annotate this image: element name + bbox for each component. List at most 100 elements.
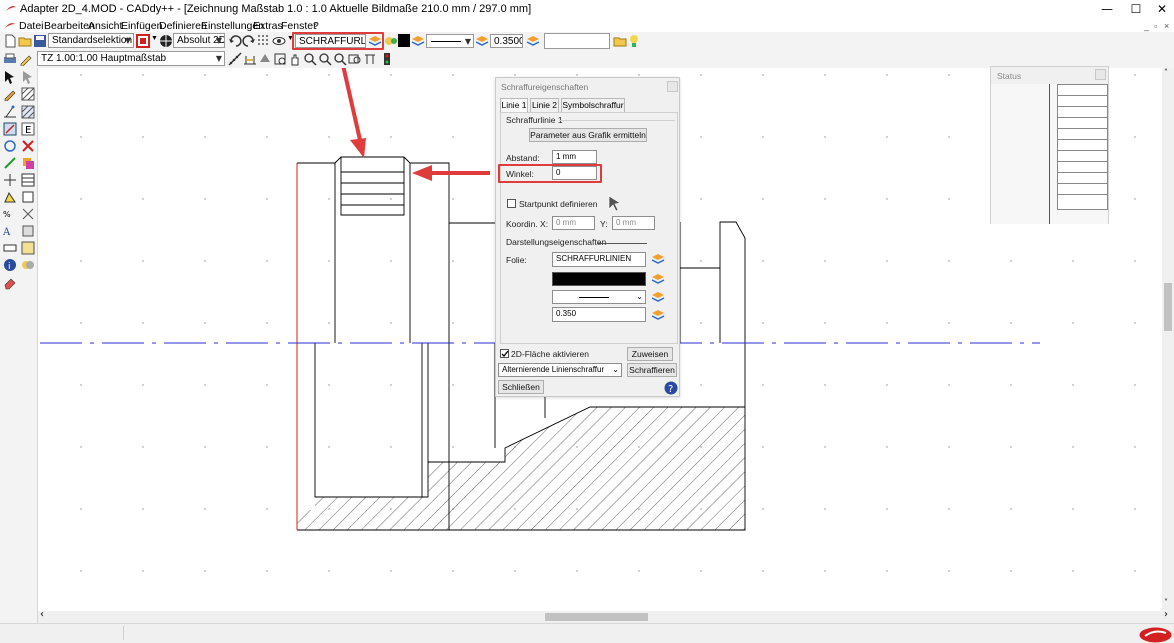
insert-symbol-icon[interactable] [21, 156, 35, 170]
table-icon[interactable] [21, 173, 35, 187]
undo-icon[interactable] [228, 34, 242, 48]
linewidth-stack-icon[interactable] [526, 34, 540, 48]
area-hatch-icon[interactable] [21, 105, 35, 119]
vertical-scroll-thumb[interactable] [1164, 283, 1172, 331]
text-edit-icon[interactable]: E [21, 122, 35, 136]
hatch-button[interactable]: Schraffieren [627, 363, 677, 377]
zoom-out-icon[interactable] [318, 52, 332, 66]
info-icon[interactable]: i [3, 258, 17, 272]
menu-ansicht[interactable]: Ansicht [88, 19, 122, 33]
mdi-minimize-button[interactable]: _ [1144, 21, 1149, 31]
select-filter-dropdown-icon[interactable]: ▼ [151, 35, 158, 42]
menu-help[interactable]: ? [313, 19, 319, 33]
zoom-previous-icon[interactable] [333, 52, 347, 66]
trim-icon[interactable] [21, 207, 35, 221]
horizontal-scrollbar[interactable]: ‹ › [38, 609, 1174, 623]
modify-icon[interactable] [3, 122, 17, 136]
select-filter-icon[interactable] [136, 34, 150, 48]
eraser-icon[interactable] [3, 276, 17, 290]
startpoint-checkbox[interactable] [507, 199, 516, 208]
empty-input[interactable] [544, 33, 610, 49]
layer-select[interactable]: SCHRAFFURLINIEN [295, 34, 366, 48]
scale-zone-select[interactable]: TZ 1.00:1.00 Hauptmaßstab ▼ [37, 51, 225, 66]
color-swatch[interactable] [398, 34, 410, 47]
linestyle-dropdown[interactable]: ⌄ [552, 290, 646, 304]
linestyle-stack-icon[interactable] [475, 34, 489, 48]
line-tool-icon[interactable] [3, 156, 17, 170]
rectangle-icon[interactable] [21, 190, 35, 204]
layers-icon[interactable] [258, 52, 272, 66]
menu-fenster[interactable]: Fenster [281, 19, 317, 33]
open-folder-icon[interactable] [18, 34, 32, 48]
dimension-tool-icon[interactable]: % [3, 207, 17, 221]
mdi-restore-button[interactable]: ▫ [1154, 21, 1157, 31]
angle-input[interactable]: 0 [552, 166, 597, 180]
folder-settings-icon[interactable] [613, 34, 627, 48]
group-icon[interactable] [21, 258, 35, 272]
tab-linie-1[interactable]: Linie 1 [500, 98, 528, 112]
coord-x-input[interactable]: 0 mm [552, 216, 595, 230]
pencil-scale-icon[interactable] [19, 52, 33, 66]
select-mark-icon[interactable] [21, 70, 35, 84]
line-style-select[interactable]: ▼ [426, 34, 474, 48]
close-button[interactable]: ✕ [1147, 0, 1174, 19]
print-icon[interactable] [3, 52, 17, 66]
snap-icon[interactable] [3, 190, 17, 204]
redraw-icon[interactable] [363, 52, 377, 66]
crosshair-icon[interactable] [3, 173, 17, 187]
measure-icon[interactable] [228, 52, 242, 66]
scroll-right-icon[interactable]: › [1164, 609, 1168, 620]
menu-definieren[interactable]: Definieren [159, 19, 207, 33]
linestyle-stack-icon[interactable] [651, 290, 665, 304]
traffic-light-icon[interactable] [380, 52, 394, 66]
image-icon[interactable] [21, 241, 35, 255]
zoom-in-icon[interactable] [303, 52, 317, 66]
layer-field[interactable]: SCHRAFFURLINIEN [552, 252, 646, 267]
menu-einfuegen[interactable]: Einfügen [121, 19, 162, 33]
scroll-down-icon[interactable]: ˅ [1164, 598, 1168, 607]
dimension-icon[interactable] [243, 52, 257, 66]
new-file-icon[interactable] [3, 34, 17, 48]
zoom-window-icon[interactable] [273, 52, 287, 66]
assign-button[interactable]: Zuweisen [627, 347, 673, 361]
layer-stack-icon[interactable] [368, 34, 382, 48]
hatch-tool-icon[interactable] [21, 87, 35, 101]
activate-2d-checkbox[interactable] [500, 349, 509, 358]
close-dialog-button[interactable]: Schließen [498, 380, 544, 394]
text-tool-icon[interactable]: A [3, 224, 17, 238]
selection-mode-select[interactable]: Standardselektion ▼ [48, 33, 134, 48]
mdi-close-button[interactable]: × [1164, 21, 1169, 31]
minimize-button[interactable]: — [1092, 0, 1122, 19]
menu-datei[interactable]: Datei [19, 19, 44, 33]
measure-tool-icon[interactable] [3, 241, 17, 255]
horizontal-scroll-thumb[interactable] [545, 613, 648, 621]
scroll-left-icon[interactable]: ‹ [40, 609, 44, 620]
grid-icon[interactable] [257, 34, 271, 48]
linewidth-stack-icon[interactable] [651, 308, 665, 322]
status-panel-close-button[interactable] [1095, 69, 1106, 80]
block-icon[interactable] [21, 224, 35, 238]
select-arrow-icon[interactable] [3, 70, 17, 84]
app-menu-icon[interactable] [4, 22, 16, 30]
draw-pencil-icon[interactable] [3, 87, 17, 101]
tab-symbolschraffur[interactable]: Symbolschraffur [561, 98, 625, 112]
layer-properties-icon[interactable] [384, 34, 398, 48]
vertical-scrollbar[interactable]: ˄ ˅ [1162, 68, 1174, 611]
view-icon[interactable] [272, 34, 286, 48]
color-field[interactable] [552, 272, 646, 286]
line-width-input[interactable]: 0.350000 [490, 34, 523, 48]
rotate-icon[interactable] [3, 139, 17, 153]
scroll-up-icon[interactable]: ˄ [1164, 68, 1168, 77]
layer-stack-icon[interactable] [651, 252, 665, 266]
pan-hand-icon[interactable] [288, 52, 302, 66]
delete-icon[interactable] [21, 139, 35, 153]
zoom-all-icon[interactable] [348, 52, 362, 66]
help-icon[interactable]: ? [664, 381, 678, 395]
coord-y-input[interactable]: 0 mm [612, 216, 655, 230]
param-from-graphic-button[interactable]: Parameter aus Grafik ermitteln [529, 128, 647, 142]
color-stack-icon[interactable] [651, 272, 665, 286]
redo-icon[interactable] [242, 34, 256, 48]
hatch-type-dropdown[interactable]: Alternierende Linienschraffur ⌄ [498, 363, 622, 377]
construct-icon[interactable] [3, 105, 17, 119]
distance-input[interactable]: 1 mm [552, 150, 597, 164]
